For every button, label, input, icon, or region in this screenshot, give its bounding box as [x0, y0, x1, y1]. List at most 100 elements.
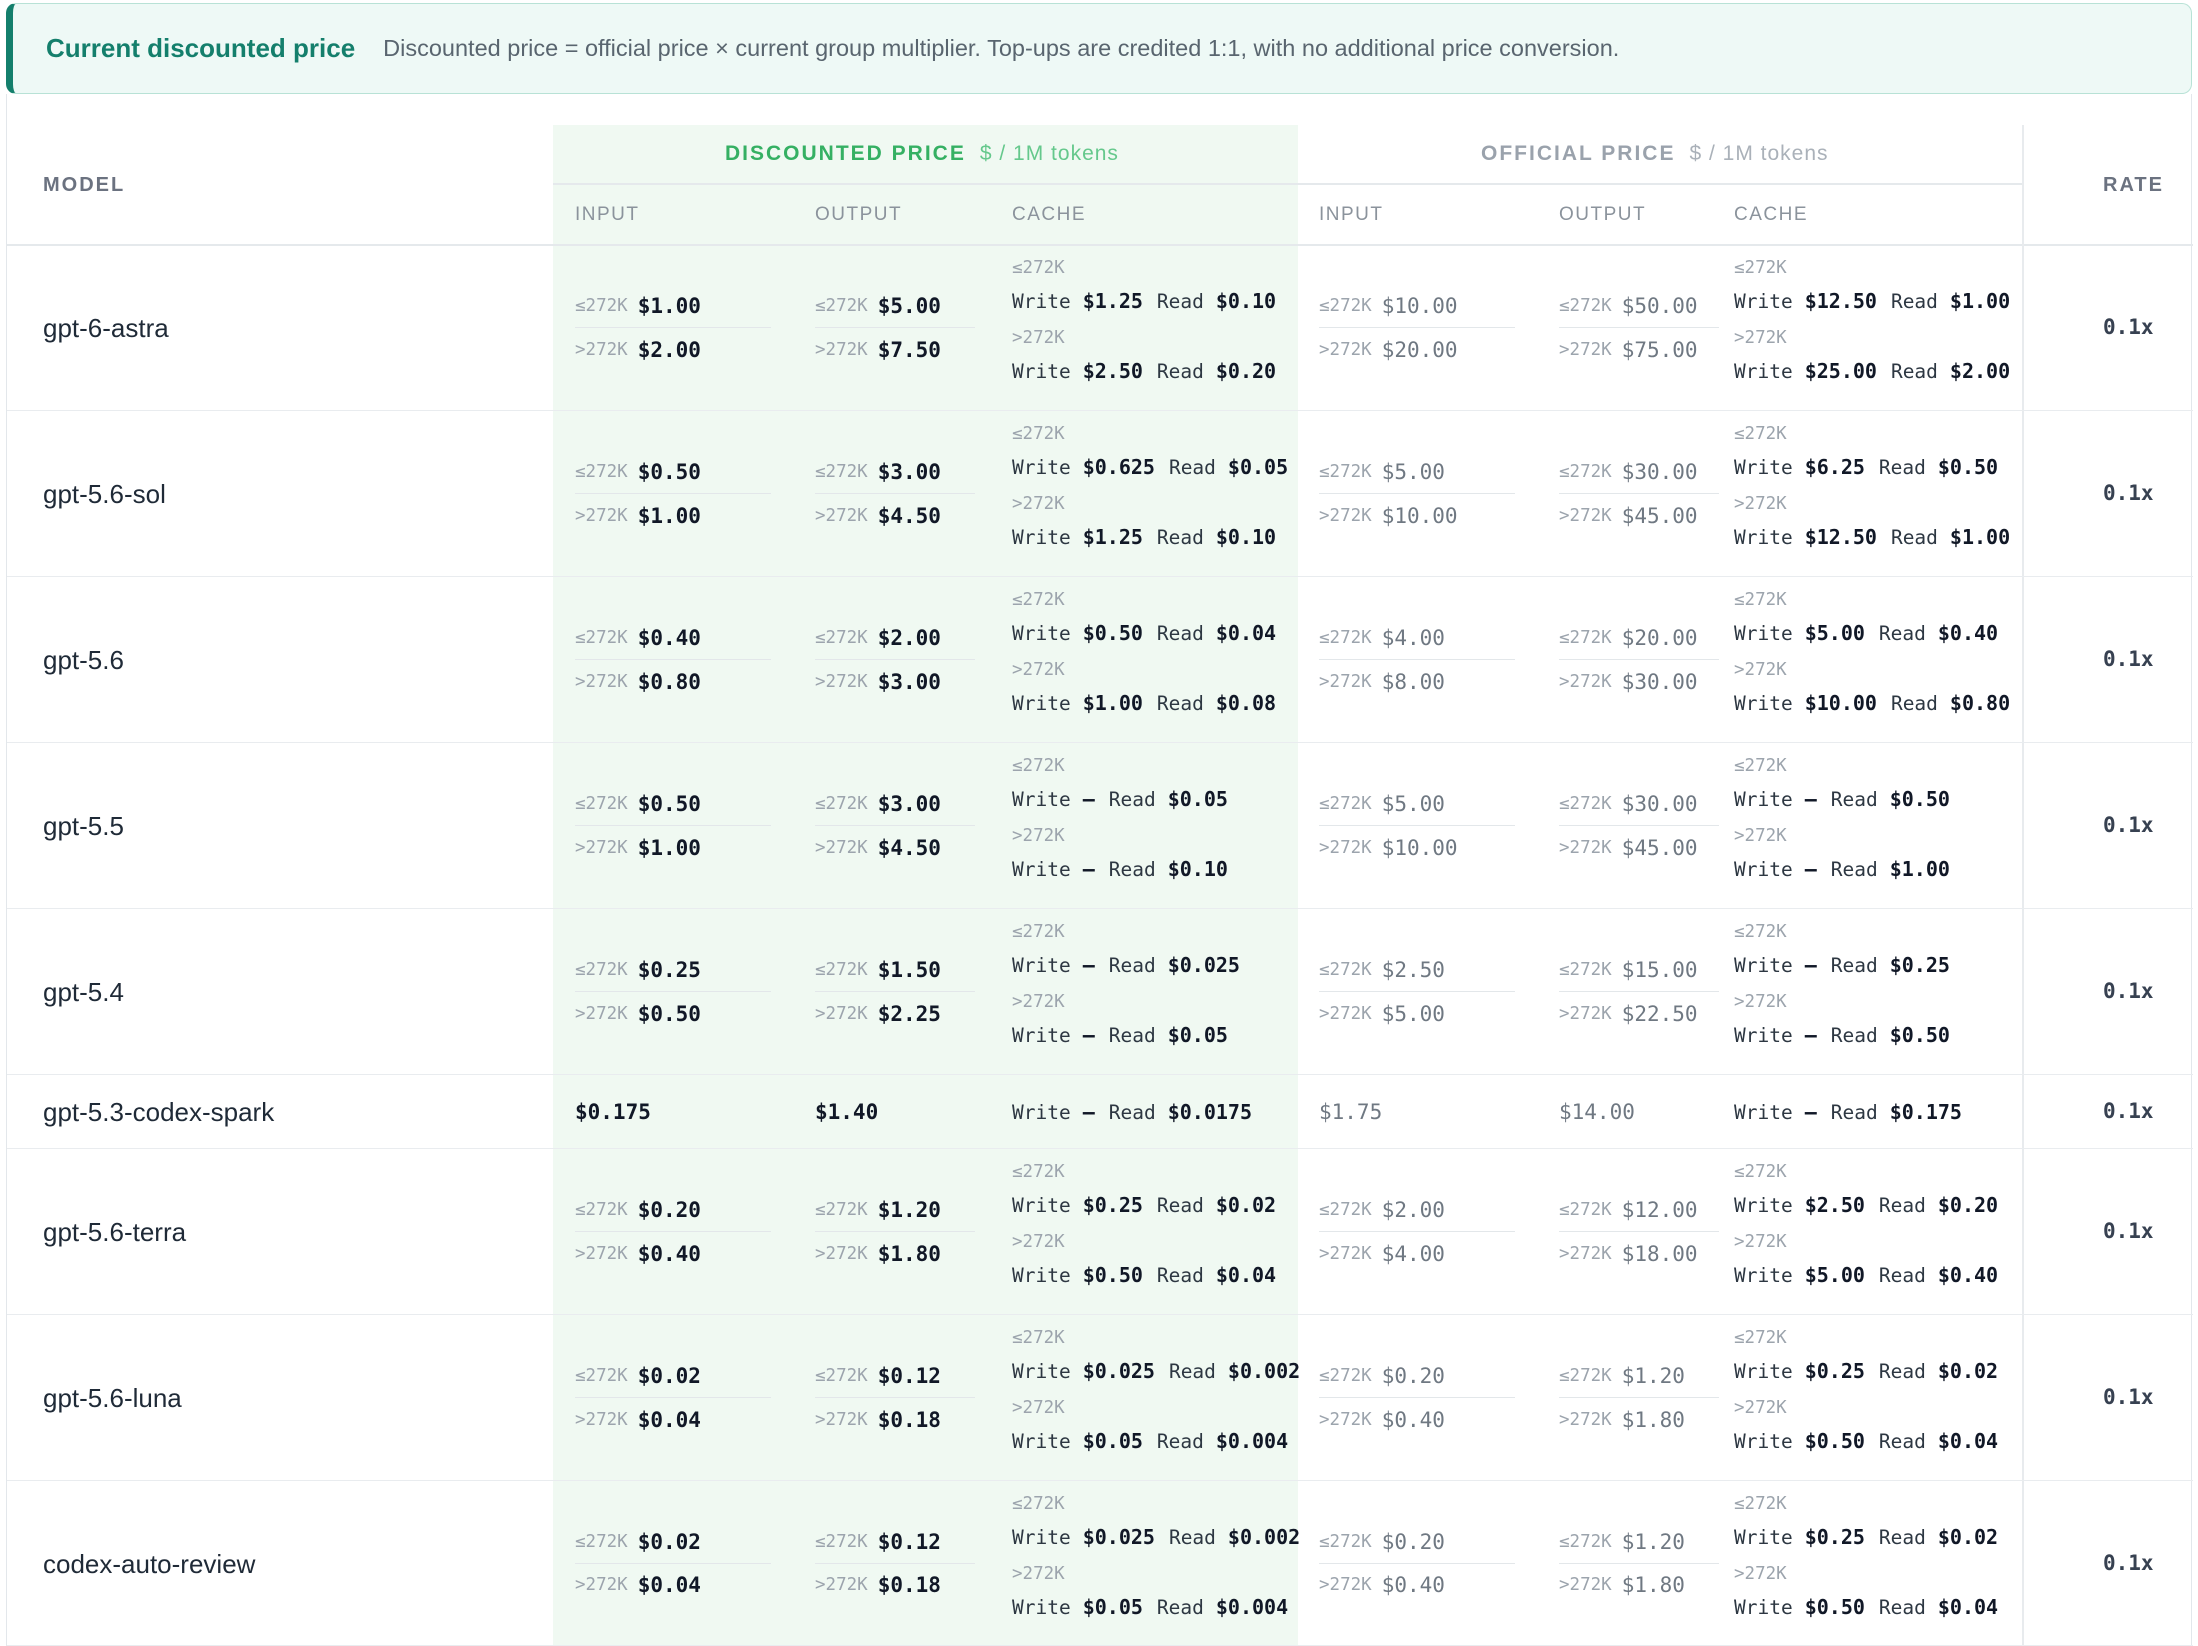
- tier-label: ≤272K: [575, 296, 628, 316]
- price-tier-line: ≤272K $0.02: [575, 1355, 771, 1398]
- price-tier-line: >272K $4.00: [1319, 1232, 1515, 1275]
- price-tier-line: ≤272K $0.02: [575, 1521, 771, 1564]
- write-label: Write: [1012, 525, 1071, 549]
- read-label: Read: [1878, 1525, 1926, 1549]
- price-tier-line: ≤272K $0.25: [575, 949, 771, 992]
- write-label: Write: [1734, 1193, 1793, 1217]
- cache-read-price: $2.00: [1949, 359, 2011, 383]
- cache-read-price: $1.00: [1949, 525, 2011, 549]
- discounted-input-cell: ≤272K $0.50 >272K $1.00: [575, 451, 771, 537]
- rate-value: 0.1x: [2103, 813, 2154, 837]
- cache-price-line: Write $0.05 Read $0.004: [1012, 1420, 1314, 1462]
- cache-write-price: $5.00: [1804, 621, 1865, 645]
- read-label: Read: [1890, 359, 1938, 383]
- cache-price-line: Write $0.25 Read $0.02: [1734, 1350, 2012, 1392]
- read-label: Read: [1108, 953, 1156, 977]
- rate-value: 0.1x: [2103, 1099, 2154, 1123]
- price-tier-line: >272K $0.50: [575, 992, 771, 1035]
- cache-price-line: Write $0.50 Read $0.04: [1012, 612, 1290, 654]
- discounted-input-cell: ≤272K $0.02 >272K $0.04: [575, 1521, 771, 1607]
- rate-value: 0.1x: [2103, 647, 2154, 671]
- table-row: gpt-5.4 0.1x ≤272K $0.25 >272K $0.50 ≤272K $1.5…: [7, 909, 2193, 1075]
- price-tier-line: >272K $0.18: [815, 1564, 975, 1607]
- tier-label: ≤272K: [1559, 296, 1612, 316]
- tier-label: ≤272K: [1012, 1494, 1065, 1514]
- cache-tier-group: ≤272K Write $12.50 Read $1.00: [1734, 252, 2024, 322]
- write-label: Write: [1012, 289, 1071, 313]
- discounted-input-price: $0.50: [637, 792, 701, 816]
- price-tier-line: >272K $45.00: [1559, 826, 1719, 869]
- official-output-cell: ≤272K $1.20 >272K $1.80: [1559, 1355, 1719, 1441]
- discounted-input-price: $0.80: [637, 669, 701, 694]
- cache-read-price: $0.05: [1167, 1023, 1228, 1047]
- official-output-price: $45.00: [1621, 835, 1698, 860]
- price-tier-line: ≤272K $5.00: [1319, 783, 1515, 826]
- model-name: gpt-6-astra: [43, 313, 169, 343]
- tier-label: >272K: [1012, 1398, 1065, 1418]
- price-tier-line: >272K $1.80: [1559, 1564, 1719, 1607]
- official-cache-cell: ≤272K Write $12.50 Read $1.00 >272K Write $25.0…: [1734, 252, 2024, 392]
- official-output-price: $20.00: [1621, 626, 1698, 650]
- discounted-input-price: $0.04: [637, 1407, 701, 1432]
- cache-read-price: $0.50: [1889, 1023, 1950, 1047]
- cache-write-price: $1.00: [1082, 691, 1143, 715]
- cache-read-price: $0.025: [1167, 953, 1240, 977]
- discounted-input-price: $2.00: [637, 337, 701, 362]
- tier-label: >272K: [815, 505, 868, 526]
- cache-price-line: Write $10.00 Read $0.80: [1734, 682, 2024, 724]
- cache-write-price: $0.25: [1082, 1193, 1143, 1217]
- price-tier-line: >272K $1.80: [1559, 1398, 1719, 1441]
- pricing-table: MODEL RATE DISCOUNTED PRICE $ / 1M tokens…: [6, 94, 2193, 1646]
- price-tier-line: >272K $10.00: [1319, 826, 1515, 869]
- tier-label: >272K: [1012, 660, 1065, 680]
- table-row: gpt-5.6-terra 0.1x ≤272K $0.20 >272K $0.40 ≤27…: [7, 1149, 2193, 1315]
- tier-label: >272K: [1559, 505, 1612, 526]
- rate-value: 0.1x: [2103, 315, 2154, 339]
- price-tier-line: ≤272K $20.00: [1559, 617, 1719, 660]
- cache-price-line: Write $0.25 Read $0.02: [1734, 1516, 2012, 1558]
- official-input-price: $0.40: [1381, 1407, 1445, 1432]
- read-label: Read: [1878, 621, 1926, 645]
- price-tier-line: ≤272K $0.50: [575, 451, 771, 494]
- cache-read-price: $0.004: [1215, 1429, 1289, 1453]
- cache-price-line: Write $25.00 Read $2.00: [1734, 350, 2024, 392]
- cache-read-price: $0.002: [1227, 1525, 1301, 1549]
- cache-tier-group: ≤272K Write $2.50 Read $0.20: [1734, 1156, 2012, 1226]
- tier-label: >272K: [815, 1575, 868, 1595]
- cache-price-line: Write – Read $0.10: [1012, 848, 1242, 890]
- cache-price-line: Write – Read $0.50: [1734, 778, 1964, 820]
- cache-price-line: Write – Read $0.05: [1012, 1014, 1254, 1056]
- column-header-model: MODEL: [43, 174, 126, 196]
- price-tier-line: >272K $2.00: [575, 328, 771, 371]
- official-price-unit: $ / 1M tokens: [1689, 142, 1829, 165]
- discounted-input-price: $1.00: [637, 294, 701, 318]
- cache-price-line: Write – Read $0.25: [1734, 944, 1964, 986]
- price-tier-line: >272K $22.50: [1559, 992, 1719, 1035]
- tier-label: >272K: [1012, 992, 1065, 1012]
- discounted-output-cell: ≤272K $0.12 >272K $0.18: [815, 1355, 975, 1441]
- read-label: Read: [1156, 691, 1204, 715]
- tier-label: ≤272K: [1734, 590, 1787, 610]
- cache-write-price: $1.25: [1082, 525, 1143, 549]
- official-cache-cell: Write – Read $0.175: [1734, 1097, 1976, 1127]
- tier-label: >272K: [1319, 1575, 1372, 1595]
- read-label: Read: [1878, 455, 1926, 479]
- rate-value: 0.1x: [2103, 1550, 2154, 1575]
- discounted-input-cell: ≤272K $0.20 >272K $0.40: [575, 1189, 771, 1275]
- discounted-input-price: $0.20: [637, 1198, 701, 1222]
- official-price-header: OFFICIAL PRICE $ / 1M tokens: [1481, 142, 1829, 166]
- tier-label: ≤272K: [575, 1531, 628, 1552]
- cache-write-price: –: [1804, 953, 1817, 977]
- cache-price-line: Write – Read $1.00: [1734, 848, 1964, 890]
- write-label: Write: [1734, 1100, 1793, 1124]
- cache-tier-group: >272K Write $0.50 Read $0.04: [1734, 1558, 2012, 1628]
- price-tier-line: >272K $7.50: [815, 328, 975, 371]
- discounted-input-price: $1.00: [637, 503, 701, 528]
- price-tier-line: >272K $0.40: [575, 1232, 771, 1275]
- tier-label: ≤272K: [1319, 628, 1372, 648]
- cache-tier-group: >272K Write $0.05 Read $0.004: [1012, 1392, 1314, 1462]
- discounted-output-price: $3.00: [877, 792, 941, 816]
- tier-label: ≤272K: [575, 462, 628, 482]
- official-cache-cell: ≤272K Write $2.50 Read $0.20 >272K Write $5.00 R…: [1734, 1156, 2012, 1296]
- cache-write-price: $2.50: [1082, 359, 1143, 383]
